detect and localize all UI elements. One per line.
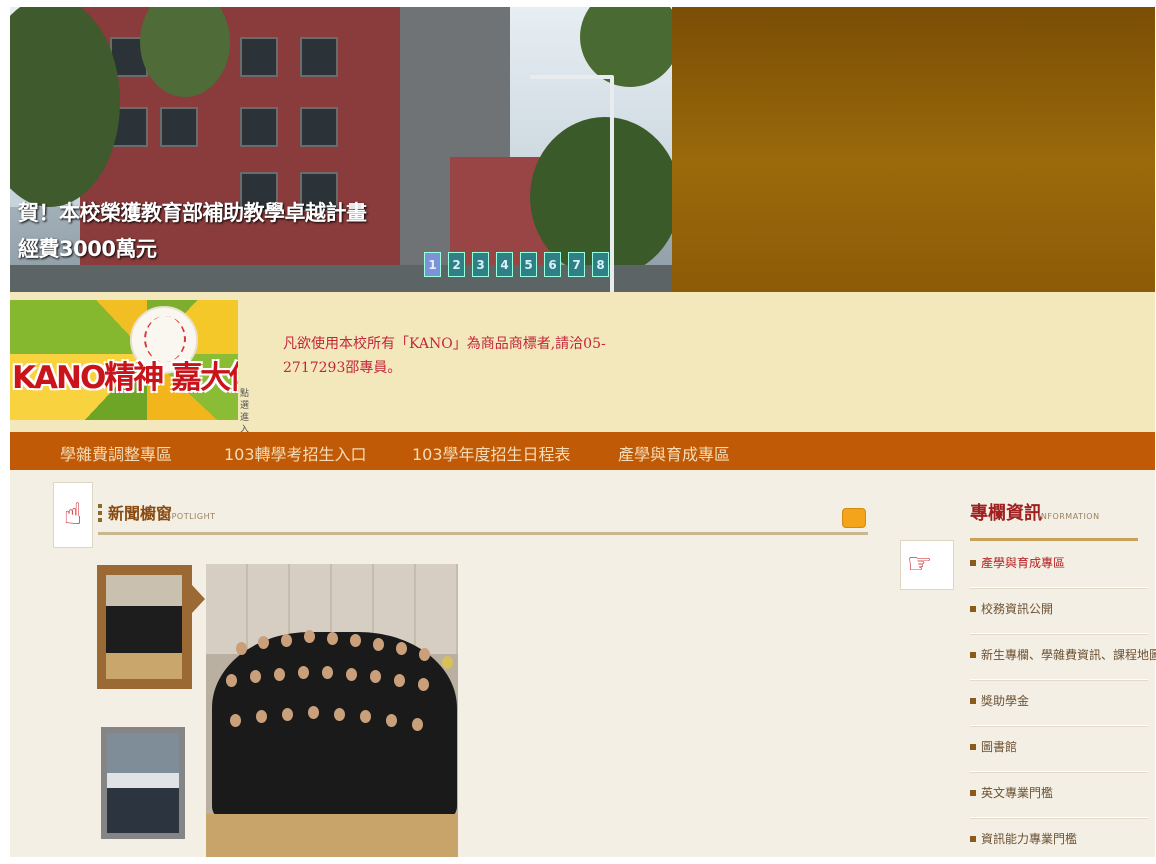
info-link[interactable]: 產學與育成專區 <box>981 554 1065 571</box>
nav-item-industry[interactable]: 產學與育成專區 <box>618 441 730 465</box>
street-lamp <box>530 75 614 79</box>
info-link[interactable]: 圖書館 <box>981 738 1017 755</box>
pointing-right-hand-icon: ☞ <box>900 540 954 590</box>
hero-banner: 賀！本校榮獲教育部補助教學卓越計畫 經費3000萬元 1 2 3 4 5 6 7… <box>10 7 1155 292</box>
spotlight-header: 新聞櫥窗 SPOTLIGHT <box>98 500 868 535</box>
banner-page-button[interactable]: 2 <box>448 252 465 277</box>
banner-caption[interactable]: 賀！本校榮獲教育部補助教學卓越計畫 經費3000萬元 <box>18 195 367 267</box>
banner-page-button[interactable]: 4 <box>496 252 513 277</box>
active-pointer-icon <box>192 585 205 613</box>
bullet-icon <box>970 652 976 658</box>
list-item[interactable]: 英文專業門檻 <box>970 772 1148 818</box>
main-content: ☝ 新聞櫥窗 SPOTLIGHT ☞ 專欄資訊 INFORMATION 產學與育… <box>10 470 1156 864</box>
nav-item-tuition[interactable]: 學雜費調整專區 <box>60 441 172 465</box>
banner-photo[interactable]: 賀！本校榮獲教育部補助教學卓越計畫 經費3000萬元 1 2 3 4 5 6 7… <box>10 7 672 292</box>
nav-item-admission-schedule[interactable]: 103學年度招生日程表 <box>412 441 571 465</box>
news-main-photo[interactable] <box>206 564 458 857</box>
list-item[interactable]: 新生專欄、學雜費資訊、課程地圖 <box>970 634 1156 680</box>
banner-side-panel <box>672 7 1155 292</box>
bullet-icon <box>970 744 976 750</box>
kano-logo-text: KANO精神 嘉大傳承 <box>12 360 238 396</box>
banner-page-button[interactable]: 1 <box>424 252 441 277</box>
info-title: 專欄資訊 <box>970 503 1042 524</box>
news-thumbnail[interactable] <box>101 727 185 839</box>
list-item[interactable]: 圖書館 <box>970 726 1148 772</box>
spotlight-subtitle: SPOTLIGHT <box>166 512 216 521</box>
info-link[interactable]: 英文專業門檻 <box>981 784 1053 801</box>
nav-item-transfer-exam[interactable]: 103轉學考招生入口 <box>224 441 367 465</box>
more-button[interactable] <box>842 508 866 528</box>
news-thumbnail-active[interactable] <box>97 565 192 689</box>
info-subtitle: INFORMATION <box>1038 512 1100 521</box>
info-link[interactable]: 資訊能力專業門檻 <box>981 830 1077 847</box>
info-link-list: 產學與育成專區 校務資訊公開 新生專欄、學雜費資訊、課程地圖 獎助學金 圖書館 … <box>970 542 1156 864</box>
info-link[interactable]: 獎助學金 <box>981 692 1029 709</box>
info-header: 專欄資訊 INFORMATION <box>970 496 1138 541</box>
banner-page-button[interactable]: 5 <box>520 252 537 277</box>
banner-page-button[interactable]: 3 <box>472 252 489 277</box>
banner-caption-line2: 經費3000萬元 <box>18 237 157 261</box>
list-item[interactable]: 獎助學金 <box>970 680 1148 726</box>
info-link[interactable]: 校務資訊公開 <box>981 600 1053 617</box>
spotlight-title: 新聞櫥窗 <box>108 504 173 523</box>
bullet-icon <box>970 606 976 612</box>
pointing-up-hand-icon: ☝ <box>53 482 93 548</box>
bullet-icon <box>970 698 976 704</box>
banner-page-button[interactable]: 8 <box>592 252 609 277</box>
group-photo-thumbnail <box>106 575 182 679</box>
banner-caption-line1: 賀！本校榮獲教育部補助教學卓越計畫 <box>18 201 367 225</box>
kano-trademark-notice: 凡欲使用本校所有「KANO」為商品商標者,請洽05-2717293邵專員。 <box>283 336 606 376</box>
kano-logo-banner[interactable]: KANO精神 嘉大傳承 <box>10 300 238 420</box>
main-nav-bar: 學雜費調整專區 103轉學考招生入口 103學年度招生日程表 產學與育成專區 <box>10 432 1155 470</box>
list-item[interactable]: 校務資訊公開 <box>970 588 1148 634</box>
bullet-icon <box>98 504 102 522</box>
bullet-icon <box>970 790 976 796</box>
info-link[interactable]: 新生專欄、學雜費資訊、課程地圖 <box>981 646 1156 663</box>
list-item[interactable]: 資訊能力專業門檻 <box>970 818 1148 864</box>
kano-enter-link[interactable]: 點選進入 <box>240 388 252 436</box>
list-item[interactable]: 產學與育成專區 <box>970 542 1148 588</box>
bullet-icon <box>970 560 976 566</box>
banner-page-button[interactable]: 6 <box>544 252 561 277</box>
banner-page-button[interactable]: 7 <box>568 252 585 277</box>
banner-pager: 1 2 3 4 5 6 7 8 <box>424 252 609 277</box>
group-photo-thumbnail <box>107 733 179 833</box>
bullet-icon <box>970 836 976 842</box>
kano-strip: KANO精神 嘉大傳承 點選進入 凡欲使用本校所有「KANO」為商品商標者,請洽… <box>10 292 1155 435</box>
street-lamp-pole <box>610 77 614 292</box>
